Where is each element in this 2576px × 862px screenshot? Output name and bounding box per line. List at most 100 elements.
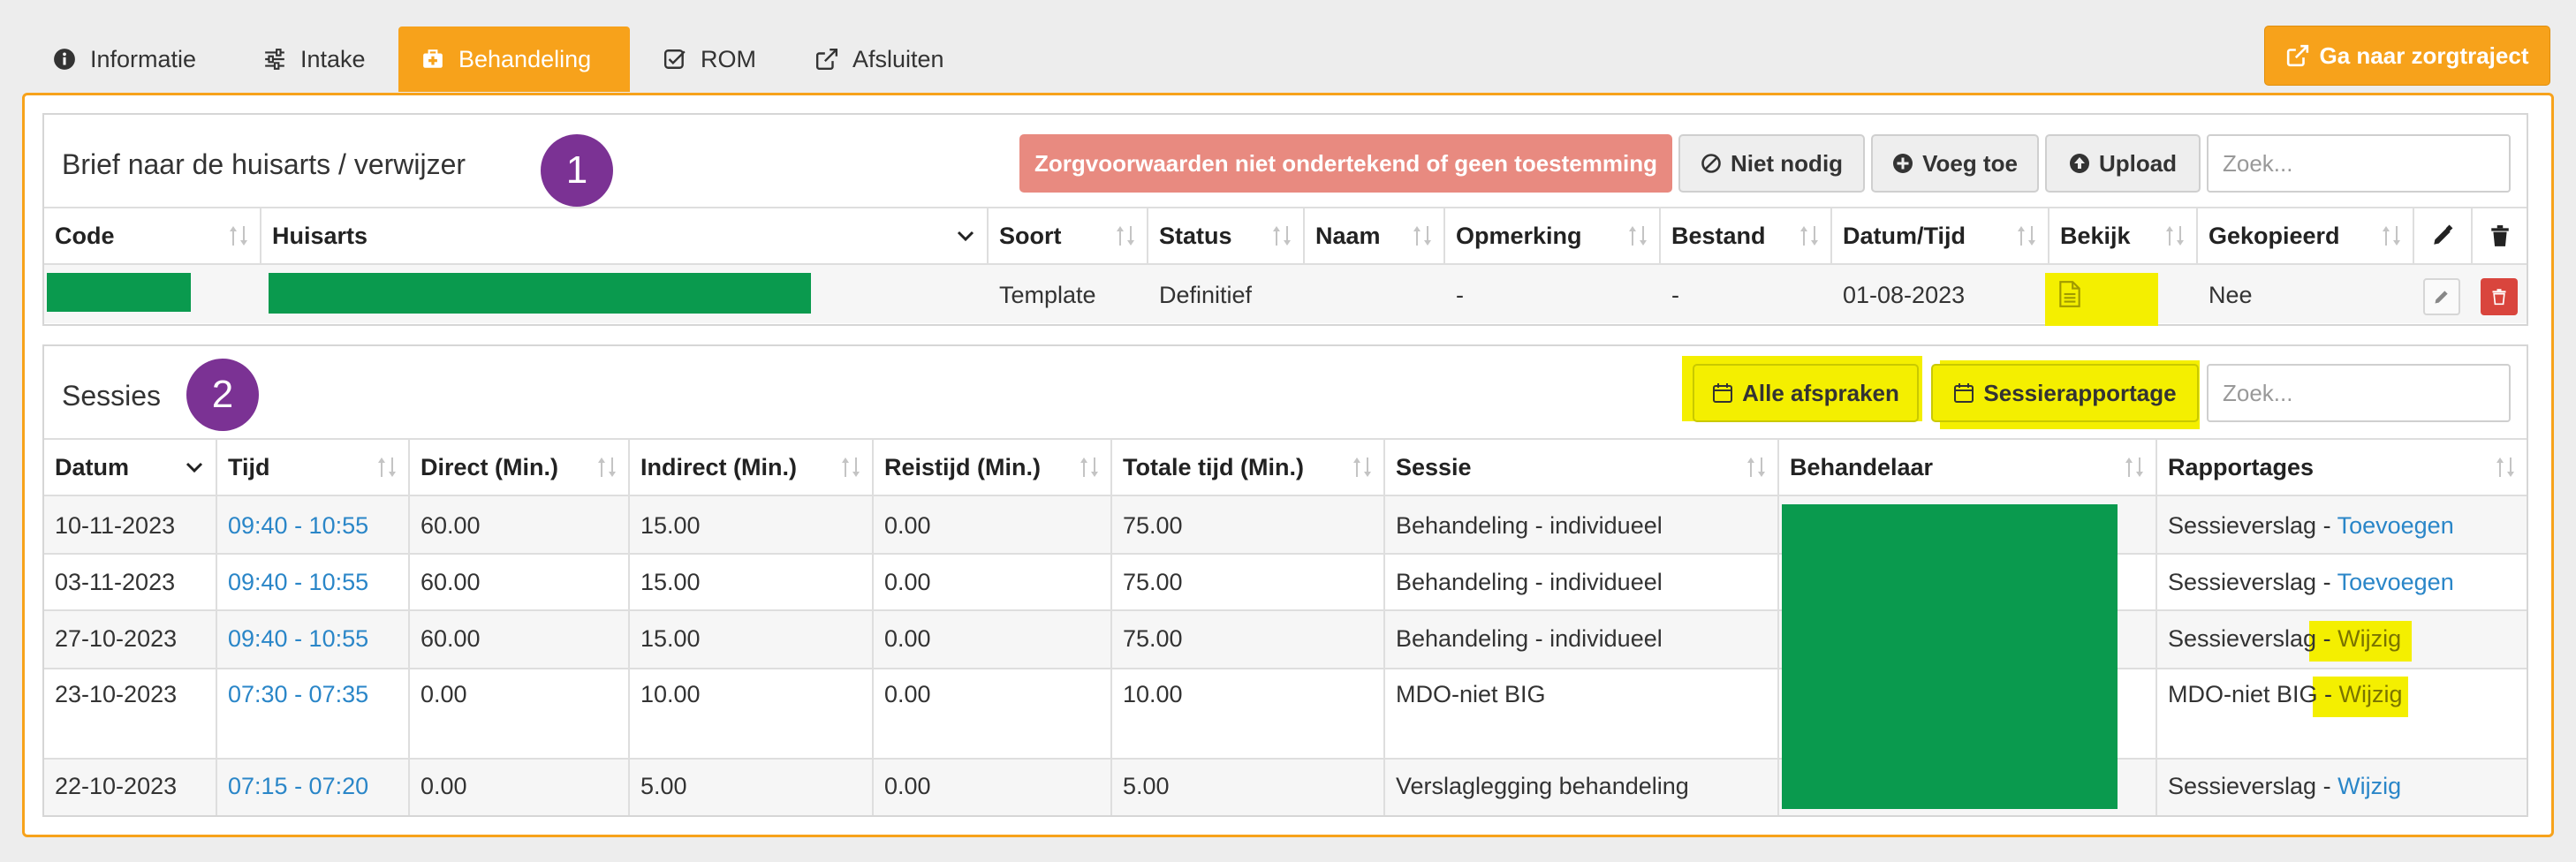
view-document-icon[interactable] <box>2058 280 2081 308</box>
header-label: Opmerking <box>1456 222 1582 249</box>
annotation-badge: 2 <box>186 359 259 431</box>
rapportage-label: Sessieverslag - <box>2168 569 2331 595</box>
cell-reistijd: 0.00 <box>884 512 931 539</box>
header-label: Direct (Min.) <box>420 453 559 480</box>
column-header-direct[interactable]: Direct (Min.) <box>410 440 628 495</box>
column-header-datum-tijd[interactable]: Datum/Tijd <box>1832 208 2048 263</box>
sort-icon <box>1117 226 1134 246</box>
header-label: Bekijk <box>2060 222 2131 249</box>
cell-indirect: 15.00 <box>640 625 701 652</box>
cell-direct: 60.00 <box>420 512 481 539</box>
header-label: Tijd <box>228 453 270 480</box>
button-label: Alle afspraken <box>1742 379 1899 406</box>
pencil-icon <box>2435 291 2448 304</box>
wijzig-link[interactable]: Wijzig <box>2337 625 2401 652</box>
cell-totaal: 75.00 <box>1123 569 1183 595</box>
header-label: Reistijd (Min.) <box>884 453 1041 480</box>
cell-tijd-link[interactable]: 07:15 - 07:20 <box>217 773 368 800</box>
cell-tijd-link[interactable]: 09:40 - 10:55 <box>217 569 368 596</box>
column-header-delete <box>2473 208 2527 263</box>
cell-bestand: - <box>1671 282 1679 308</box>
tab-afsluiten[interactable]: Afsluiten <box>792 26 967 92</box>
sort-icon <box>1800 226 1818 246</box>
annotation-badge: 1 <box>541 134 613 207</box>
edit-button[interactable] <box>2423 278 2460 315</box>
divider <box>44 553 2527 555</box>
tab-intake[interactable]: Intake <box>240 26 389 92</box>
header-label: Datum/Tijd <box>1843 222 1966 249</box>
pencil-icon <box>2434 224 2453 245</box>
cell-indirect: 15.00 <box>640 512 701 539</box>
sort-icon <box>2496 457 2514 477</box>
cell-soort: Template <box>999 282 1096 308</box>
header-label: Naam <box>1315 222 1381 249</box>
sort-icon <box>230 226 247 246</box>
header-label: Totale tijd (Min.) <box>1123 453 1304 480</box>
column-header-sessie[interactable]: Sessie <box>1385 440 1777 495</box>
calendar-icon <box>1713 383 1733 403</box>
column-header-tijd[interactable]: Tijd <box>217 440 408 495</box>
tab-behandeling[interactable]: Behandeling <box>398 26 630 92</box>
button-label: Zorgvoorwaarden niet ondertekend of geen… <box>1034 149 1657 177</box>
sessies-search-input[interactable] <box>2207 364 2511 422</box>
delete-button[interactable] <box>2481 278 2518 315</box>
column-header-bekijk[interactable]: Bekijk <box>2049 208 2196 263</box>
column-header-bestand[interactable]: Bestand <box>1661 208 1830 263</box>
plus-circle-icon <box>1893 154 1913 173</box>
column-header-totale-tijd[interactable]: Totale tijd (Min.) <box>1112 440 1383 495</box>
sort-icon <box>1629 226 1647 246</box>
column-header-behandelaar[interactable]: Behandelaar <box>1779 440 2156 495</box>
brief-search-input[interactable] <box>2207 134 2511 193</box>
alle-afspraken-button[interactable]: Alle afspraken <box>1693 364 1919 422</box>
cell-reistijd: 0.00 <box>884 773 931 799</box>
column-header-code[interactable]: Code <box>44 208 260 263</box>
column-header-soort[interactable]: Soort <box>989 208 1147 263</box>
column-header-datum[interactable]: Datum <box>44 440 216 495</box>
cell-indirect: 5.00 <box>640 773 687 799</box>
column-header-opmerking[interactable]: Opmerking <box>1445 208 1659 263</box>
sort-icon <box>1747 457 1765 477</box>
header-label: Status <box>1159 222 1232 249</box>
sessierapportage-button[interactable]: Sessierapportage <box>1931 364 2199 422</box>
column-header-status[interactable]: Status <box>1148 208 1303 263</box>
cell-tijd-link[interactable]: 09:40 - 10:55 <box>217 512 368 540</box>
column-header-reistijd[interactable]: Reistijd (Min.) <box>874 440 1110 495</box>
cell-tijd-link[interactable]: 07:30 - 07:35 <box>217 681 368 708</box>
redacted-code <box>47 273 191 312</box>
column-header-indirect[interactable]: Indirect (Min.) <box>630 440 872 495</box>
cell-opmerking: - <box>1456 282 1464 308</box>
cell-rapportages: Sessieverslag - Toevoegen <box>2157 569 2454 596</box>
tab-rom[interactable]: ROM <box>640 26 779 92</box>
cell-sessie: Verslaglegging behandeling <box>1396 773 1689 799</box>
header-label: Soort <box>999 222 1062 249</box>
sort-icon <box>2166 226 2184 246</box>
cell-datum: 23-10-2023 <box>55 681 178 707</box>
cell-indirect: 15.00 <box>640 569 701 595</box>
niet-nodig-button[interactable]: Niet nodig <box>1678 134 1865 193</box>
column-header-rapportages[interactable]: Rapportages <box>2157 440 2527 495</box>
cell-datum: 27-10-2023 <box>55 625 178 652</box>
header-label: Code <box>55 222 115 249</box>
button-label: Ga naar zorgtraject <box>2319 42 2529 69</box>
column-header-naam[interactable]: Naam <box>1305 208 1443 263</box>
cell-datum: 03-11-2023 <box>55 569 176 595</box>
cell-sessie: Behandeling - individueel <box>1396 569 1663 595</box>
cell-tijd-link[interactable]: 09:40 - 10:55 <box>217 625 368 653</box>
tab-informatie[interactable]: Informatie <box>30 26 219 92</box>
sort-icon <box>1273 226 1291 246</box>
column-header-gekopieerd[interactable]: Gekopieerd <box>2198 208 2413 263</box>
header-label: Gekopieerd <box>2209 222 2340 249</box>
wijzig-link[interactable]: Wijzig <box>2337 773 2401 799</box>
header-label: Datum <box>55 453 130 480</box>
column-header-huisarts[interactable]: Huisarts <box>261 208 987 263</box>
zorgvoorwaarden-warning-button[interactable]: Zorgvoorwaarden niet ondertekend of geen… <box>1019 134 1672 193</box>
toevoegen-link[interactable]: Toevoegen <box>2337 512 2454 539</box>
tab-label: Behandeling <box>458 45 592 72</box>
trash-icon <box>2490 225 2509 246</box>
voeg-toe-button[interactable]: Voeg toe <box>1871 134 2039 193</box>
wijzig-link[interactable]: Wijzig <box>2339 681 2403 707</box>
upload-button[interactable]: Upload <box>2045 134 2201 193</box>
cell-totaal: 10.00 <box>1123 681 1183 707</box>
ga-naar-zorgtraject-button[interactable]: Ga naar zorgtraject <box>2264 26 2550 86</box>
toevoegen-link[interactable]: Toevoegen <box>2337 569 2454 595</box>
